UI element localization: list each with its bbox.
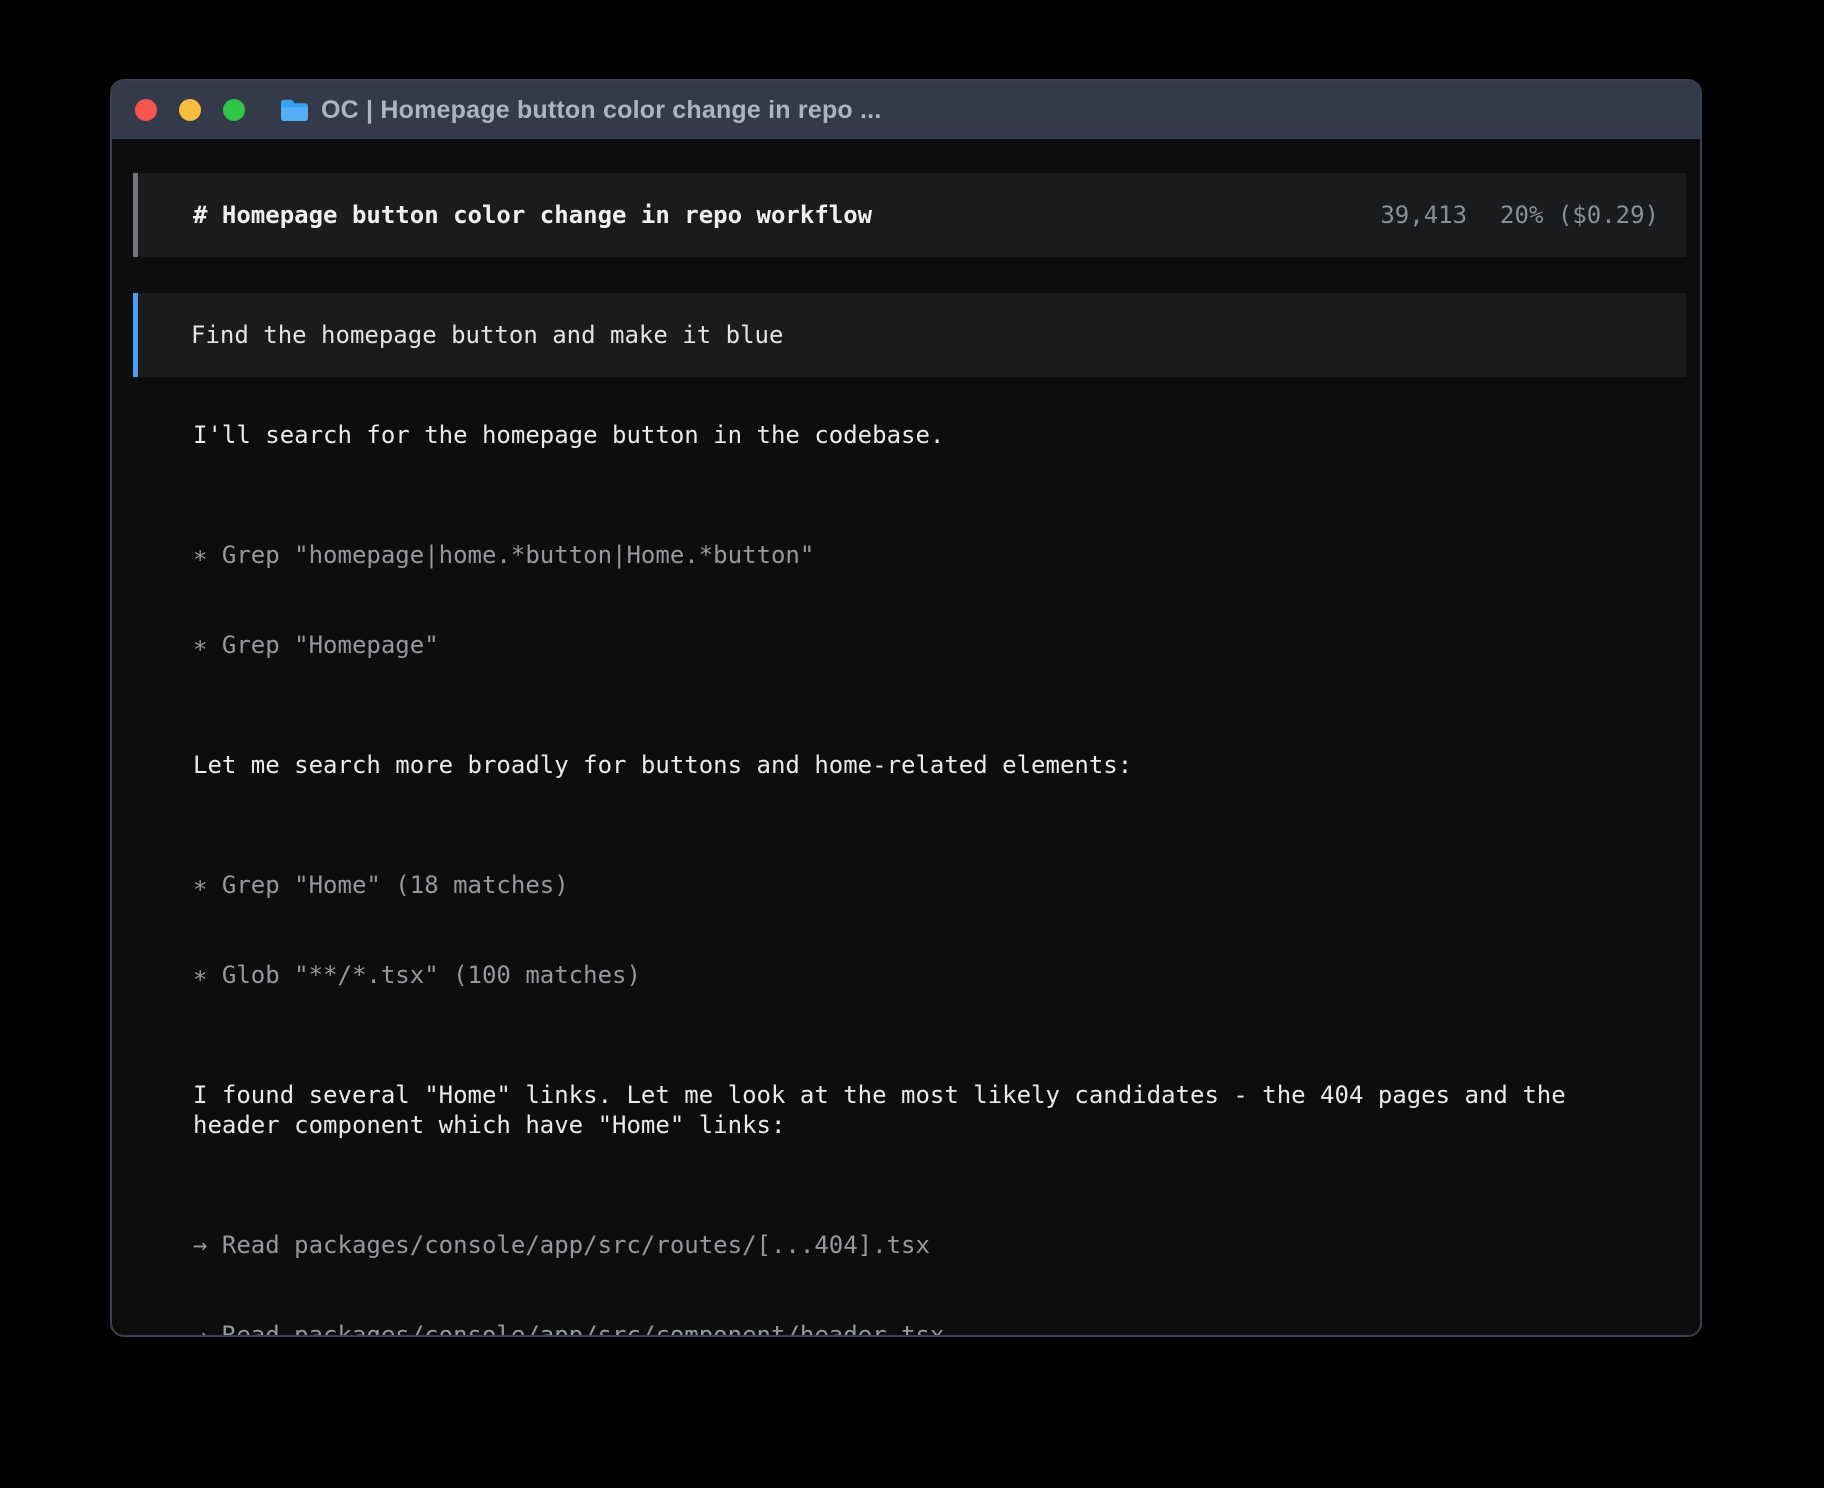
tool-call-read: → Read packages/console/app/src/routes/[… <box>193 1230 1686 1260</box>
tool-call-grep: ∗ Grep "Homepage" <box>193 630 1686 660</box>
close-button[interactable] <box>135 99 157 121</box>
assistant-text: I'll search for the homepage button in t… <box>193 420 1686 450</box>
tool-call-group: ∗ Grep "Home" (18 matches) ∗ Glob "**/*.… <box>193 810 1686 1050</box>
tool-call-grep: ∗ Grep "homepage|home.*button|Home.*butt… <box>193 540 1686 570</box>
tool-call-group: ∗ Grep "homepage|home.*button|Home.*butt… <box>193 480 1686 720</box>
terminal-content: # Homepage button color change in repo w… <box>112 139 1700 1337</box>
terminal-window: OC | Homepage button color change in rep… <box>110 79 1702 1337</box>
window-title: OC | Homepage button color change in rep… <box>321 96 881 125</box>
tool-call-grep: ∗ Grep "Home" (18 matches) <box>193 870 1686 900</box>
assistant-transcript: I'll search for the homepage button in t… <box>193 420 1686 1337</box>
assistant-text: I found several "Home" links. Let me loo… <box>193 1080 1686 1140</box>
session-header: # Homepage button color change in repo w… <box>133 173 1686 257</box>
zoom-button[interactable] <box>223 99 245 121</box>
tool-call-glob: ∗ Glob "**/*.tsx" (100 matches) <box>193 960 1686 990</box>
user-message-text: Find the homepage button and make it blu… <box>191 321 783 349</box>
tool-call-read: → Read packages/console/app/src/componen… <box>193 1320 1686 1337</box>
minimize-button[interactable] <box>179 99 201 121</box>
folder-icon <box>279 98 310 123</box>
context-usage: 20% ($0.29) <box>1500 201 1659 229</box>
tool-call-group: → Read packages/console/app/src/routes/[… <box>193 1170 1686 1337</box>
window-titlebar: OC | Homepage button color change in rep… <box>112 81 1700 139</box>
session-title: # Homepage button color change in repo w… <box>193 201 872 229</box>
user-message: Find the homepage button and make it blu… <box>133 293 1686 377</box>
token-count: 39,413 <box>1380 201 1467 229</box>
assistant-text: Let me search more broadly for buttons a… <box>193 750 1686 780</box>
session-stats: 39,413 20% ($0.29) <box>1380 201 1659 229</box>
